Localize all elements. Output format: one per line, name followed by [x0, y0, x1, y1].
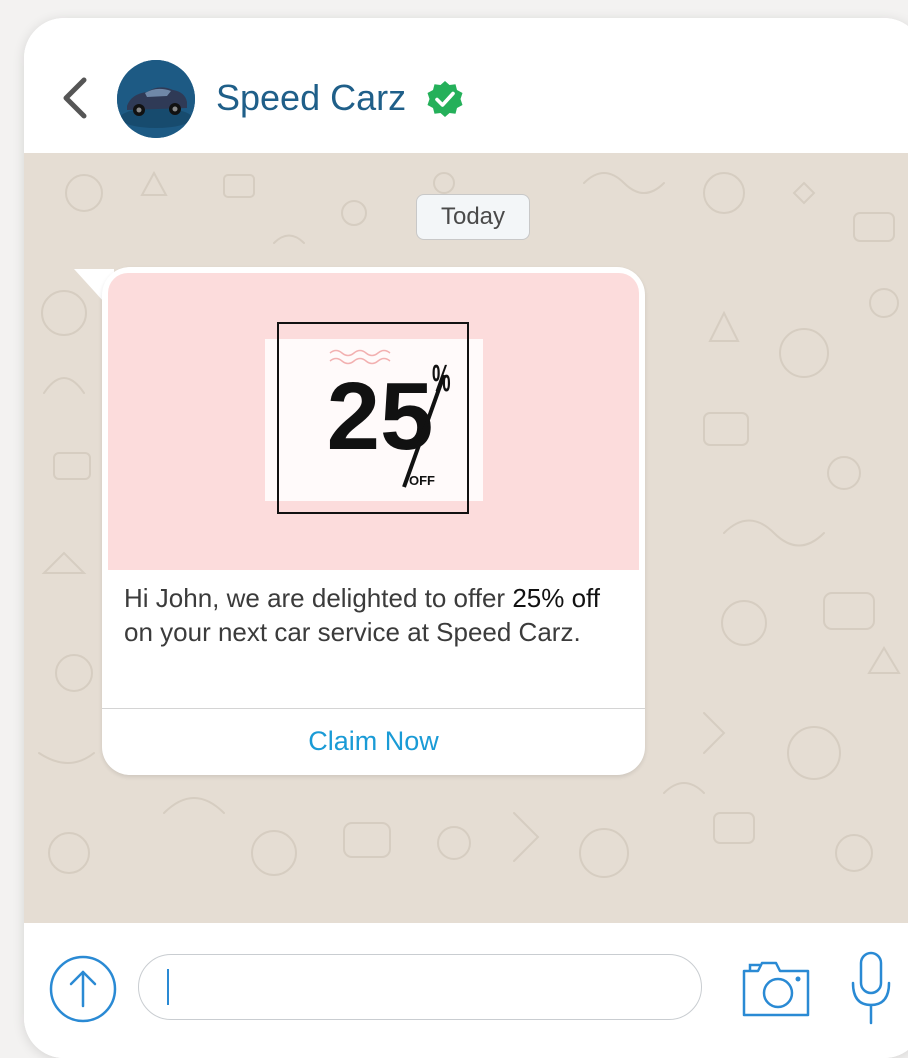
microphone-icon[interactable]: [848, 949, 894, 1027]
car-icon: [117, 60, 195, 138]
percent-sign: %: [432, 358, 451, 400]
message-text: Hi John, we are delighted to offer 25% o…: [124, 581, 624, 649]
date-label: Today: [416, 194, 530, 240]
claim-now-button[interactable]: Claim Now: [102, 709, 645, 775]
message-input[interactable]: [138, 954, 702, 1020]
composer-bar: [24, 923, 908, 1058]
off-label: OFF: [409, 473, 435, 488]
discount-graphic: 25 % OFF: [265, 322, 483, 514]
avatar[interactable]: [117, 60, 195, 138]
chat-header: Speed Carz: [24, 18, 908, 153]
verified-check-icon: [427, 81, 463, 117]
chat-area[interactable]: Today 25 % OFF Hi John, we are delighted…: [24, 153, 908, 923]
chevron-left-icon[interactable]: [58, 76, 92, 120]
message-text-end: on your next car service at Speed Carz.: [124, 617, 581, 647]
text-cursor: [167, 969, 169, 1005]
message-text-start: Hi John, we are delighted to offer: [124, 583, 513, 613]
camera-icon[interactable]: [740, 957, 812, 1019]
contact-name[interactable]: Speed Carz: [216, 76, 406, 120]
phone-frame: Speed Carz Today 25 % OFF Hi John, we ar…: [24, 18, 908, 1058]
message-bubble: 25 % OFF Hi John, we are delighted to of…: [102, 267, 645, 775]
discount-highlight: 25% off: [512, 583, 601, 613]
promo-image[interactable]: 25 % OFF: [108, 273, 639, 570]
arrow-up-circle-icon[interactable]: [48, 954, 118, 1024]
